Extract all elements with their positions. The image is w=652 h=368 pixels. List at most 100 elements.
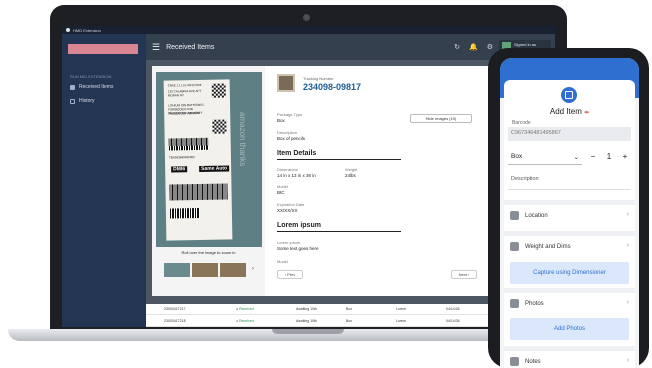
laptop-notch bbox=[272, 329, 344, 334]
menu-icon[interactable]: ☰ bbox=[152, 42, 160, 53]
thumbnail[interactable] bbox=[192, 263, 218, 277]
qr-code bbox=[211, 83, 226, 98]
notification-icon[interactable]: 🔔 bbox=[469, 43, 478, 51]
location-label: Location bbox=[525, 212, 548, 219]
thumbnail[interactable] bbox=[164, 263, 190, 277]
sidebar: RUN MID EXTENSION Received Items History bbox=[62, 34, 146, 327]
mode-icon: ⇹ bbox=[584, 110, 590, 116]
qr-code bbox=[212, 119, 227, 134]
cell-status: ● Received bbox=[236, 307, 254, 311]
add-photos-button[interactable]: Add Photos bbox=[510, 318, 629, 340]
photos-label: Photos bbox=[525, 300, 544, 307]
weight-dims-row[interactable]: Weight and Dims › bbox=[504, 231, 635, 257]
phone-screen: Add Item ⇹ Barcode C967346481495867 Box … bbox=[500, 58, 639, 368]
sidebar-item-label: Received Items bbox=[79, 84, 114, 90]
tracking-number: 234098-09817 bbox=[303, 82, 362, 92]
box-print-text: amazon thanks bbox=[238, 112, 247, 167]
description-value: Box of pencils bbox=[277, 136, 306, 141]
item-details-title: Item Details bbox=[277, 150, 401, 160]
next-button[interactable]: Next › bbox=[451, 270, 477, 279]
capture-dimensioner-button[interactable]: Capture using Dimensioner bbox=[510, 262, 629, 284]
inbox-icon bbox=[70, 84, 75, 90]
cell-id: 2300341T218 bbox=[164, 319, 186, 323]
cell-type: Box bbox=[346, 307, 353, 311]
tracking-label: Tracking Number bbox=[303, 76, 334, 81]
gear-icon[interactable]: ⚙ bbox=[487, 43, 493, 51]
photos-row[interactable]: Photos › bbox=[504, 288, 635, 314]
package-type-label: Package Type bbox=[277, 112, 303, 117]
label-line: PASSENGER AIRCRAFT bbox=[168, 110, 203, 116]
package-type-value: Box bbox=[277, 118, 285, 123]
label-line: TBA563680485002 bbox=[168, 155, 195, 160]
thumbnail[interactable] bbox=[220, 263, 246, 277]
weight-dims-label: Weight and Dims bbox=[525, 243, 571, 250]
notes-label: Notes bbox=[525, 358, 541, 365]
expiration-value: XX/XX/XX bbox=[277, 208, 298, 213]
scan-badge-icon[interactable] bbox=[558, 84, 580, 106]
add-item-card: Add Item ⇹ Barcode C967346481495867 Box … bbox=[504, 80, 635, 368]
hide-images-button[interactable]: Hide Images (10) bbox=[410, 114, 472, 123]
cell-type: Box bbox=[346, 319, 353, 323]
description-label: Description bbox=[277, 130, 298, 135]
expiration-label: Expiration Date bbox=[277, 202, 305, 207]
laptop-screen: HMD Extension RUN MID EXTENSION Received… bbox=[62, 26, 555, 327]
add-item-title-text: Add Item bbox=[549, 107, 582, 116]
cell-name: Lorem bbox=[396, 319, 406, 323]
laptop-camera bbox=[303, 14, 310, 21]
device-mockup: HMD Extension RUN MID EXTENSION Received… bbox=[0, 0, 652, 368]
notes-icon bbox=[510, 357, 519, 366]
dimensions-value: 14 in x 13 in x 36 in bbox=[277, 173, 316, 178]
cell-date: 04/14/26 bbox=[446, 307, 460, 311]
description-field[interactable]: Description bbox=[508, 172, 631, 190]
window-titlebar: HMD Extension bbox=[62, 26, 555, 34]
label-code: Same Auto bbox=[199, 165, 230, 172]
label-line: 135 CALABRIA AVE APT MORAN NY bbox=[167, 88, 202, 98]
location-row[interactable]: Location › bbox=[504, 200, 635, 226]
prev-button[interactable]: ‹ Prev bbox=[277, 270, 303, 279]
weight-label: Weight bbox=[345, 167, 358, 172]
barcode-field[interactable]: C967346481495867 bbox=[508, 127, 631, 141]
refresh-icon[interactable]: ↻ bbox=[454, 43, 460, 51]
cell-tracking: Awaiting 10th bbox=[296, 319, 317, 323]
history-icon bbox=[70, 98, 75, 104]
decrement-button[interactable]: − bbox=[586, 149, 600, 165]
lorem-label: Lorem ipsum bbox=[277, 240, 301, 245]
sidebar-item-history[interactable]: History bbox=[70, 98, 95, 104]
cell-tracking: Awaiting 10th bbox=[296, 307, 317, 311]
dimensions-label: Dimensions bbox=[277, 167, 298, 172]
brand-logo bbox=[68, 44, 138, 54]
package-type-select[interactable]: Box ⌄ bbox=[508, 149, 582, 165]
label-line: CN5E 1.1 Lbs 09/12 06/6 bbox=[167, 82, 202, 88]
label-code: DMI6 bbox=[171, 166, 188, 173]
page-title: Received Items bbox=[166, 43, 215, 51]
photo-pane: CN5E 1.1 Lbs 09/12 06/6 135 CALABRIA AVE… bbox=[152, 66, 265, 296]
weight-value: 24lbs bbox=[345, 173, 356, 178]
cell-name: Lorem bbox=[396, 307, 406, 311]
lorem-value: Some text goes here bbox=[277, 246, 319, 251]
chevron-right-icon[interactable]: › bbox=[252, 266, 254, 272]
shipping-label: CN5E 1.1 Lbs 09/12 06/6 135 CALABRIA AVE… bbox=[163, 79, 233, 241]
zoom-hint: Roll over the image to zoom in bbox=[181, 250, 236, 255]
cell-id: 2300341T217 bbox=[164, 307, 186, 311]
chevron-right-icon: › bbox=[626, 357, 629, 364]
increment-button[interactable]: + bbox=[618, 149, 632, 165]
camera-icon bbox=[510, 299, 519, 308]
chevron-down-icon: ⌄ bbox=[573, 154, 579, 161]
lorem-section-title: Lorem ipsum bbox=[277, 222, 401, 232]
cell-status: ● Received bbox=[236, 319, 254, 323]
sidebar-item-received-items[interactable]: Received Items bbox=[70, 84, 113, 90]
barcode bbox=[168, 137, 209, 151]
chevron-right-icon: › bbox=[626, 299, 629, 306]
notes-row[interactable]: Notes › bbox=[504, 346, 635, 368]
package-photo[interactable]: CN5E 1.1 Lbs 09/12 06/6 135 CALABRIA AVE… bbox=[156, 72, 262, 247]
cell-date: 04/14/26 bbox=[446, 319, 460, 323]
model-value: BIC bbox=[277, 190, 285, 195]
sidebar-item-label: History bbox=[79, 98, 95, 104]
thumbnail-strip bbox=[164, 263, 246, 277]
package-icon bbox=[277, 74, 295, 92]
package-type-value: Box bbox=[511, 153, 523, 160]
chevron-right-icon: › bbox=[626, 211, 629, 218]
quantity-value[interactable]: 1 bbox=[602, 149, 616, 165]
location-icon bbox=[510, 211, 519, 220]
add-item-title: Add Item ⇹ bbox=[504, 107, 635, 116]
